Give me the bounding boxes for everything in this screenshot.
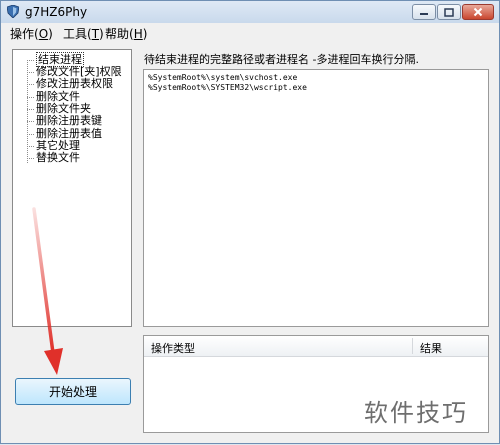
title-bar[interactable]: g7HZ6Phy <box>1 1 499 23</box>
close-icon <box>473 7 483 17</box>
maximize-button[interactable] <box>437 4 461 20</box>
tree-item-replace-file[interactable]: 替换文件 <box>27 152 80 164</box>
close-button[interactable] <box>462 4 494 20</box>
path-line: %SystemRoot%\system\svchost.exe <box>148 73 298 82</box>
watermark: 软件技巧 <box>364 399 468 427</box>
start-processing-button[interactable]: 开始处理 <box>15 378 131 405</box>
column-header-result[interactable]: 结果 <box>420 340 442 356</box>
shield-icon <box>7 5 19 18</box>
maximize-icon <box>444 7 454 17</box>
app-window: g7HZ6Phy 操作(O) 工具(T) 帮助(H) 结束进程 修改文件[夹]权… <box>0 0 500 444</box>
operation-tree[interactable]: 结束进程 修改文件[夹]权限 修改注册表权限 删除文件 删除文件夹 删除注册表键… <box>12 49 132 327</box>
instruction-label: 待结束进程的完整路径或者进程名 -多进程回车换行分隔. <box>144 53 419 66</box>
path-line: %SystemRoot%\SYSTEM32\wscript.exe <box>148 83 307 92</box>
process-paths-textarea[interactable]: %SystemRoot%\system\svchost.exe %SystemR… <box>143 69 489 327</box>
menu-operate[interactable]: 操作(O) <box>10 25 53 42</box>
menu-bar: 操作(O) 工具(T) 帮助(H) <box>1 23 499 41</box>
column-header-type[interactable]: 操作类型 <box>151 340 195 356</box>
column-divider[interactable] <box>412 338 413 354</box>
tree-item-delete-registry-key[interactable]: 删除注册表键 <box>27 115 102 127</box>
menu-help[interactable]: 帮助(H) <box>105 25 147 42</box>
result-list-header: 操作类型 结果 <box>144 336 488 357</box>
minimize-button[interactable] <box>412 4 436 20</box>
menu-tools[interactable]: 工具(T) <box>63 25 104 42</box>
tree-item-registry-permission[interactable]: 修改注册表权限 <box>27 78 113 90</box>
minimize-icon <box>420 13 428 15</box>
window-title: g7HZ6Phy <box>25 5 88 19</box>
